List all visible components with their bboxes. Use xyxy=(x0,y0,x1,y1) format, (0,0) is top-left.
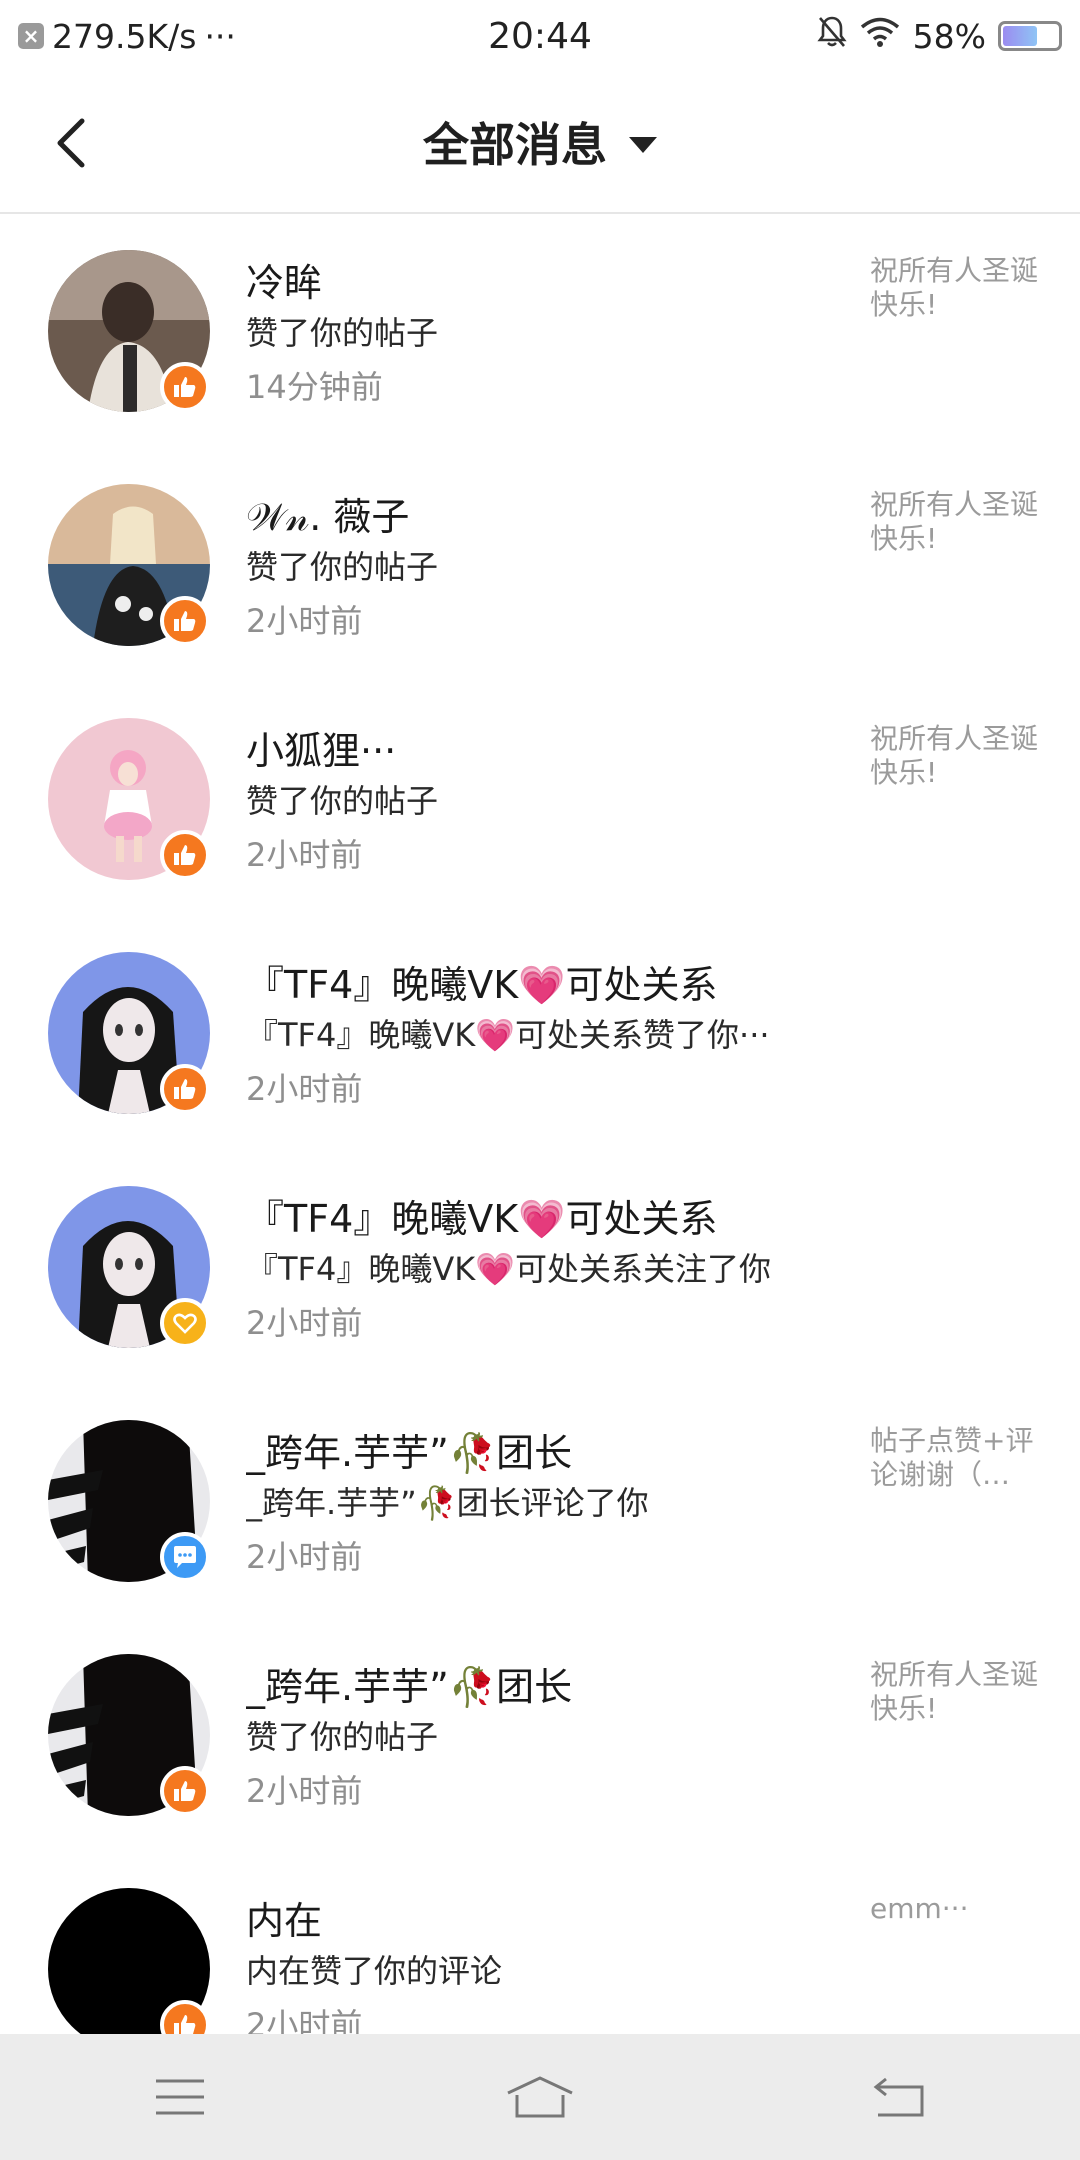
clock: 20:44 xyxy=(488,15,592,57)
message-list: 冷眸 赞了你的帖子 14分钟前 祝所有人圣诞快乐! 𝒲𝓃. 薇子 赞了你的帖子 … xyxy=(0,214,1080,2034)
sender-name: 冷眸 xyxy=(246,261,323,305)
network-blocked-icon: × xyxy=(18,23,44,49)
mute-bell-icon xyxy=(817,15,847,57)
thumbs-up-icon xyxy=(174,377,196,397)
caret-down-icon xyxy=(629,137,657,153)
back-nav-button[interactable] xyxy=(855,2062,945,2132)
sender-name: _跨年.芋芋”🥀团长 xyxy=(246,1431,573,1475)
net-speed: 279.5K/s xyxy=(52,16,197,56)
status-bar: × 279.5K/s ··· 20:44 58% xyxy=(0,0,1080,72)
back-arrow-icon xyxy=(873,2077,924,2117)
system-nav-bar xyxy=(0,2034,1080,2160)
avatar-container[interactable] xyxy=(48,484,210,646)
menu-icon xyxy=(156,2079,204,2115)
message-item[interactable]: 『TF4』晚曦VK💗可处关系 『TF4』晚曦VK💗可处关系赞了你··· 2小时前 xyxy=(0,916,1080,1150)
wifi-icon xyxy=(859,16,901,56)
post-preview: 祝所有人圣诞快乐! xyxy=(870,1658,1039,1725)
message-description: 赞了你的帖子 xyxy=(246,782,439,820)
like-badge xyxy=(160,362,210,412)
menu-button[interactable] xyxy=(135,2062,225,2132)
status-dots: ··· xyxy=(204,16,236,56)
message-item[interactable]: 小狐狸··· 赞了你的帖子 2小时前 祝所有人圣诞快乐! xyxy=(0,682,1080,916)
back-button[interactable] xyxy=(40,110,100,176)
message-item[interactable]: _跨年.芋芋”🥀团长 赞了你的帖子 2小时前 祝所有人圣诞快乐! xyxy=(0,1618,1080,1852)
post-preview: 祝所有人圣诞快乐! xyxy=(870,254,1039,321)
battery-icon xyxy=(998,21,1062,51)
status-left: × 279.5K/s ··· xyxy=(18,17,366,56)
post-preview: 祝所有人圣诞快乐! xyxy=(870,488,1039,555)
message-description: 赞了你的帖子 xyxy=(246,314,439,352)
message-description: 内在赞了你的评论 xyxy=(246,1952,503,1990)
message-time: 2小时前 xyxy=(246,836,363,874)
follow-badge xyxy=(160,1298,210,1348)
home-button[interactable] xyxy=(495,2062,585,2132)
status-right: 58% xyxy=(714,15,1062,57)
message-time: 2小时前 xyxy=(246,1538,363,1576)
message-description: 赞了你的帖子 xyxy=(246,1718,439,1756)
message-item[interactable]: 内在 内在赞了你的评论 2小时前 emm··· xyxy=(0,1852,1080,2034)
avatar-container[interactable] xyxy=(48,718,210,880)
like-badge xyxy=(160,1766,210,1816)
sender-name: 𝒲𝓃. 薇子 xyxy=(246,495,410,539)
sender-name: _跨年.芋芋”🥀团长 xyxy=(246,1665,573,1709)
thumbs-up-icon xyxy=(174,2015,196,2034)
app-header: 全部消息 xyxy=(0,72,1080,214)
message-time: 2小时前 xyxy=(246,1304,363,1342)
message-filter-dropdown[interactable]: 全部消息 xyxy=(423,109,657,175)
message-item[interactable]: _跨年.芋芋”🥀团长 _跨年.芋芋”🥀团长评论了你 2小时前 帖子点赞+评论谢谢… xyxy=(0,1384,1080,1618)
message-time: 2小时前 xyxy=(246,1070,363,1108)
post-preview: emm··· xyxy=(870,1892,969,1925)
like-badge xyxy=(160,1064,210,1114)
message-item[interactable]: 『TF4』晚曦VK💗可处关系 『TF4』晚曦VK💗可处关系关注了你 2小时前 xyxy=(0,1150,1080,1384)
message-time: 14分钟前 xyxy=(246,368,383,406)
message-time: 2小时前 xyxy=(246,2006,363,2034)
home-icon xyxy=(507,2076,573,2118)
message-description: 『TF4』晚曦VK💗可处关系关注了你 xyxy=(246,1250,772,1288)
avatar-container[interactable] xyxy=(48,1654,210,1816)
thumbs-up-icon xyxy=(174,845,196,865)
sender-name: 『TF4』晚曦VK💗可处关系 xyxy=(246,1197,718,1241)
message-description: _跨年.芋芋”🥀团长评论了你 xyxy=(246,1484,649,1522)
avatar-container[interactable] xyxy=(48,1186,210,1348)
message-time: 2小时前 xyxy=(246,602,363,640)
post-preview: 祝所有人圣诞快乐! xyxy=(870,722,1039,789)
page-title: 全部消息 xyxy=(423,118,607,172)
comment-badge xyxy=(160,1532,210,1582)
thumbs-up-icon xyxy=(174,1079,196,1099)
battery-percent: 58% xyxy=(912,16,986,56)
avatar-container[interactable] xyxy=(48,1420,210,1582)
thumbs-up-icon xyxy=(174,611,196,631)
avatar-container[interactable] xyxy=(48,1888,210,2034)
heart-icon xyxy=(173,1313,197,1334)
battery-level xyxy=(1003,26,1037,46)
message-item[interactable]: 𝒲𝓃. 薇子 赞了你的帖子 2小时前 祝所有人圣诞快乐! xyxy=(0,448,1080,682)
like-badge xyxy=(160,830,210,880)
sender-name: 『TF4』晚曦VK💗可处关系 xyxy=(246,963,718,1007)
thumbs-up-icon xyxy=(174,1781,196,1801)
comment-bubble-icon xyxy=(174,1546,196,1568)
chevron-left-icon xyxy=(57,118,85,168)
sender-name: 小狐狸··· xyxy=(246,729,397,773)
post-preview: 帖子点赞+评论谢谢（… xyxy=(870,1424,1034,1491)
like-badge xyxy=(160,596,210,646)
avatar-container[interactable] xyxy=(48,250,210,412)
message-description: 『TF4』晚曦VK💗可处关系赞了你··· xyxy=(246,1016,770,1054)
message-time: 2小时前 xyxy=(246,1772,363,1810)
message-item[interactable]: 冷眸 赞了你的帖子 14分钟前 祝所有人圣诞快乐! xyxy=(0,214,1080,448)
sender-name: 内在 xyxy=(246,1899,323,1943)
message-description: 赞了你的帖子 xyxy=(246,548,439,586)
avatar-container[interactable] xyxy=(48,952,210,1114)
